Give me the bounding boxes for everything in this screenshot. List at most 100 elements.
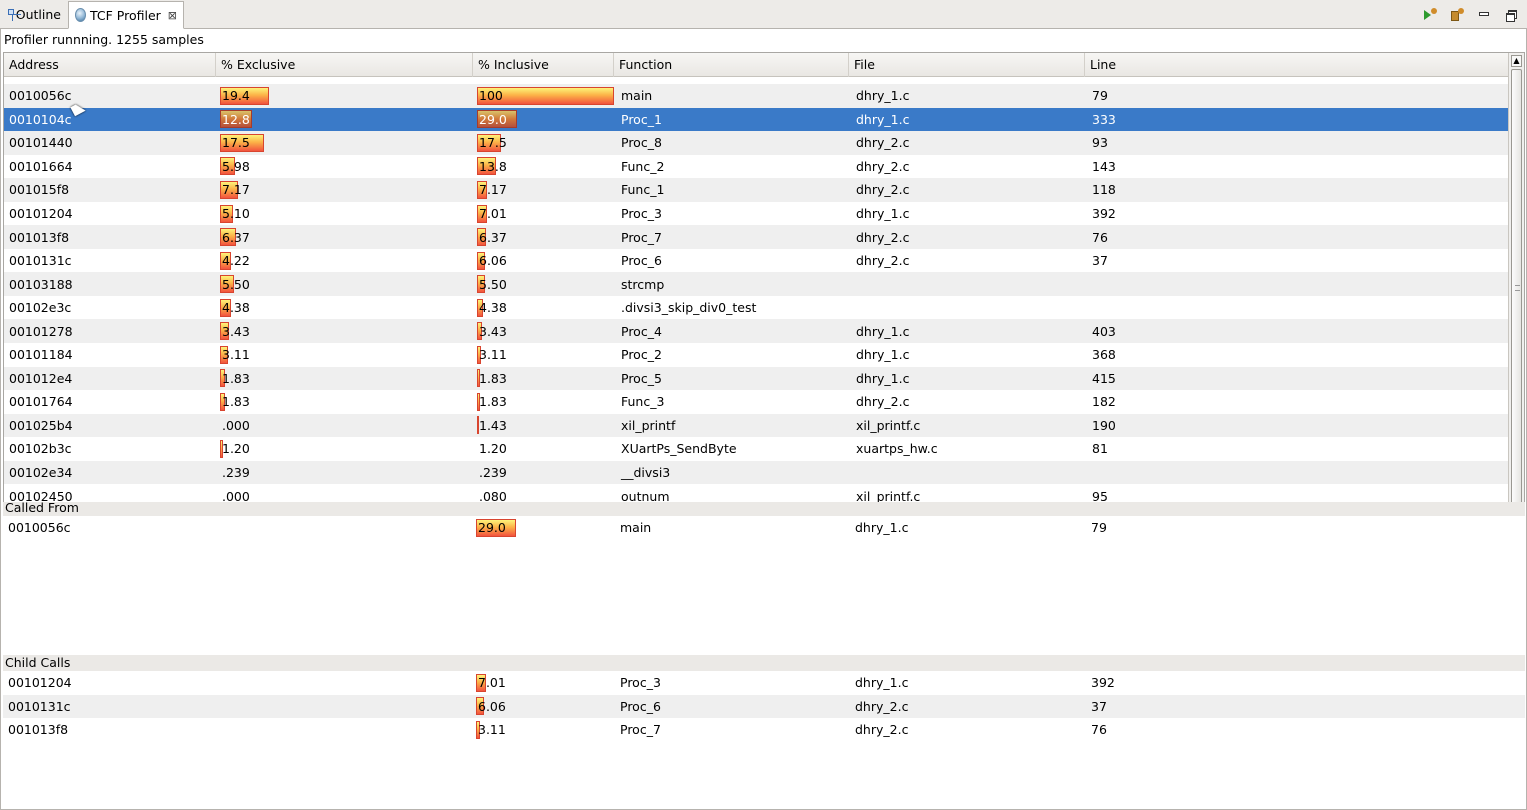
- exclusive-cell-bar-wrap: 19.4: [220, 86, 269, 105]
- exclusive-cell-value: 7.17: [222, 182, 250, 198]
- line-cell: 37: [1092, 253, 1108, 269]
- column-header-function[interactable]: Function: [614, 53, 849, 77]
- function-cell: __divsi3: [621, 465, 671, 481]
- line-cell: 392: [1091, 675, 1115, 691]
- table-row[interactable]: 0010104c 12.8 29.0 Proc_1 dhry_1.c 333: [4, 107, 1509, 132]
- inclusive-cell-bar-wrap: 29.0: [476, 518, 516, 537]
- column-header-file[interactable]: File: [849, 53, 1085, 77]
- function-cell: Proc_3: [621, 206, 662, 221]
- exclusive-cell-bar-wrap: 17.5: [220, 133, 264, 152]
- inclusive-cell: 6.37: [473, 225, 614, 249]
- scroll-up-icon[interactable]: ▲: [1511, 55, 1522, 67]
- table-row[interactable]: 00102e3c 4.38 4.38 .divsi3_skip_div0_test: [4, 295, 1509, 320]
- inclusive-cell: .239: [473, 461, 614, 485]
- inclusive-cell: 6.06: [473, 249, 614, 273]
- file-cell: xuartps_hw.c: [856, 441, 938, 457]
- inclusive-cell-bar-wrap: 7.01: [477, 204, 507, 223]
- inclusive-cell-value: 3.11: [479, 347, 507, 363]
- line-cell: 190: [1092, 417, 1116, 433]
- address-cell: 00101204: [9, 206, 73, 221]
- exclusive-cell: 5.10: [216, 202, 473, 226]
- address-cell: 001012e4: [9, 370, 73, 386]
- table-row[interactable]: 001025b4 .000 1.43 xil_printf xil_printf.c 19…: [4, 413, 1509, 438]
- column-header-exclusive[interactable]: % Exclusive: [216, 53, 473, 77]
- tab-tcf-profiler[interactable]: TCF Profiler ⊠: [68, 1, 184, 29]
- file-cell: dhry_2.c: [856, 182, 910, 198]
- file-cell: dhry_2.c: [856, 253, 910, 269]
- maximize-button[interactable]: [1500, 4, 1521, 24]
- minimize-icon: [1478, 12, 1489, 16]
- table-row[interactable]: 00101184 3.11 3.11 Proc_2 dhry_1.c 368: [4, 343, 1509, 367]
- table-vertical-scrollbar[interactable]: ▲ ▼: [1508, 53, 1524, 536]
- close-tab-icon[interactable]: ⊠: [168, 9, 177, 22]
- configure-profiler-button[interactable]: [1446, 4, 1467, 24]
- exclusive-cell: .000: [216, 414, 473, 438]
- exclusive-cell-value: 1.83: [222, 394, 250, 410]
- address-cell: 00101764: [9, 394, 73, 410]
- table-row[interactable]: 0010131c 6.06 Proc_6 dhry_2.c 37: [3, 694, 1525, 719]
- inclusive-cell-bar-wrap: 4.38: [477, 298, 507, 317]
- table-row[interactable]: 0010131c 4.22 6.06 Proc_6 dhry_2.c 37: [4, 248, 1509, 273]
- view-tab-bar: Outline TCF Profiler ⊠: [0, 0, 1527, 29]
- line-cell: 37: [1091, 698, 1107, 714]
- inclusive-cell-bar-wrap: 6.37: [477, 228, 507, 247]
- address-cell: 001025b4: [9, 417, 73, 433]
- exclusive-cell-value: 5.10: [222, 206, 250, 221]
- column-header-inclusive[interactable]: % Inclusive: [473, 53, 614, 77]
- table-row[interactable]: 001012e4 1.83 1.83 Proc_5 dhry_1.c 415: [4, 366, 1509, 391]
- function-cell: Proc_6: [620, 698, 661, 714]
- table-row[interactable]: 00101204 7.01 Proc_3 dhry_1.c 392: [3, 671, 1525, 695]
- line-cell: 81: [1092, 441, 1108, 457]
- table-row[interactable]: 00103188 5.50 5.50 strcmp: [4, 272, 1509, 296]
- file-cell: dhry_2.c: [855, 722, 909, 738]
- exclusive-cell-value: 6.37: [222, 229, 250, 245]
- table-row[interactable]: 0010056c 29.0 main dhry_1.c 79: [3, 516, 1525, 540]
- table-row[interactable]: 001013f8 6.37 6.37 Proc_7 dhry_2.c 76: [4, 225, 1509, 249]
- inclusive-cell-value: 6.37: [479, 229, 507, 245]
- inclusive-cell: 29.0: [473, 108, 614, 132]
- inclusive-cell-value: 6.06: [478, 698, 506, 714]
- function-cell: Proc_6: [621, 253, 662, 269]
- exclusive-cell: 1.20: [216, 437, 473, 461]
- tab-outline[interactable]: Outline: [0, 1, 68, 28]
- file-cell: xil_printf.c: [856, 417, 921, 433]
- table-row[interactable]: 00101664 5.98 13.8 Func_2 dhry_2.c 143: [4, 154, 1509, 179]
- table-row[interactable]: 00101278 3.43 3.43 Proc_4 dhry_1.c 403: [4, 319, 1509, 344]
- table-row[interactable]: 00101204 5.10 7.01 Proc_3 dhry_1.c 392: [4, 201, 1509, 226]
- table-row[interactable]: 00101764 1.83 1.83 Func_3 dhry_2.c 182: [4, 390, 1509, 414]
- inclusive-cell: 100: [473, 84, 614, 108]
- table-row[interactable]: 0010056c 19.4 100 main dhry_1.c 79: [4, 84, 1509, 108]
- maximize-icon: [1505, 9, 1517, 22]
- inclusive-cell-bar-wrap: 3.43: [477, 322, 507, 341]
- table-row[interactable]: 001015f8 7.17 7.17 Func_1 dhry_2.c 118: [4, 178, 1509, 202]
- column-header-line[interactable]: Line: [1085, 53, 1509, 77]
- exclusive-cell-bar-wrap: 5.10: [220, 204, 250, 223]
- table-row[interactable]: 00102e34 .239 .239 __divsi3: [4, 460, 1509, 485]
- address-cell: 00101664: [9, 158, 73, 174]
- function-cell: Func_3: [621, 394, 665, 410]
- inclusive-cell: 4.38: [473, 296, 614, 320]
- exclusive-cell: 7.17: [216, 178, 473, 202]
- exclusive-cell-bar-wrap: 3.43: [220, 322, 250, 341]
- exclusive-cell-value: 1.83: [222, 370, 250, 386]
- configure-profiler-icon: [1450, 8, 1464, 21]
- inclusive-cell: 1.43: [473, 414, 614, 438]
- column-header-address[interactable]: Address: [4, 53, 216, 77]
- scrollbar-thumb[interactable]: [1511, 69, 1522, 509]
- exclusive-cell: [215, 695, 472, 719]
- inclusive-cell: 5.50: [473, 272, 614, 296]
- partially-hidden-row: [4, 77, 1509, 84]
- address-cell: 0010056c: [8, 520, 71, 536]
- table-row[interactable]: 00101440 17.5 17.5 Proc_8 dhry_2.c 93: [4, 131, 1509, 155]
- start-profiler-icon: [1423, 8, 1437, 20]
- table-row[interactable]: 001013f8 3.11 Proc_7 dhry_2.c 76: [3, 718, 1525, 742]
- table-row[interactable]: 00102b3c 1.20 1.20 XUartPs_SendByte xuartps_…: [4, 437, 1509, 461]
- start-profiler-button[interactable]: [1419, 4, 1440, 24]
- inclusive-cell-value: 1.83: [479, 394, 507, 410]
- minimize-button[interactable]: [1473, 4, 1494, 24]
- inclusive-cell: 6.06: [472, 695, 613, 719]
- line-cell: 76: [1092, 229, 1108, 245]
- inclusive-cell: 1.83: [473, 367, 614, 391]
- address-cell: 00102e3c: [9, 300, 72, 316]
- inclusive-cell: 7.01: [473, 202, 614, 226]
